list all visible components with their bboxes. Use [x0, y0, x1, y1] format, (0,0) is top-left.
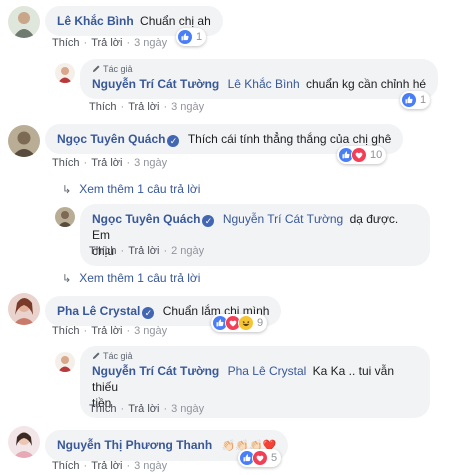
reaction-count: 5	[271, 452, 278, 464]
avatar[interactable]	[55, 63, 75, 83]
avatar[interactable]	[55, 207, 75, 227]
love-reaction-icon	[351, 147, 367, 163]
tagged-user[interactable]: Nguyễn Trí Cát Tường	[223, 212, 343, 226]
comment-time[interactable]: 2 ngày	[171, 245, 204, 257]
reactions-badge[interactable]: 5	[238, 449, 282, 467]
reply-link[interactable]: Trả lời	[91, 460, 122, 472]
comment-actions: Thích · Trả lời · 3 ngày	[52, 157, 168, 169]
reply-link[interactable]: Trả lời	[128, 245, 159, 257]
comment-author[interactable]: Ngọc Tuyên Quách	[57, 132, 165, 146]
reaction-count: 9	[257, 317, 264, 329]
verified-icon: ✓	[142, 307, 155, 319]
view-more-replies[interactable]: ↳ Xem thêm 1 câu trả lời	[62, 182, 200, 196]
comment-text: Thích cái tính thẳng thắng của chị ghê	[187, 132, 392, 146]
like-link[interactable]: Thích	[89, 101, 117, 113]
haha-reaction-icon	[238, 315, 254, 331]
verified-icon: ✓	[167, 135, 180, 147]
reply-link[interactable]: Trả lời	[91, 37, 122, 49]
comment-actions: Thích · Trả lời · 3 ngày	[89, 403, 205, 415]
like-link[interactable]: Thích	[89, 245, 117, 257]
avatar[interactable]	[8, 293, 40, 325]
reactions-badge[interactable]: 1	[176, 28, 207, 46]
like-link[interactable]: Thích	[52, 157, 80, 169]
pen-icon	[92, 64, 101, 73]
comment-actions: Thích · Trả lời · 2 ngày	[89, 245, 205, 257]
reaction-count: 1	[196, 31, 203, 43]
view-more-replies[interactable]: ↳ Xem thêm 1 câu trả lời	[62, 271, 200, 285]
love-reaction-icon	[252, 450, 268, 466]
like-link[interactable]: Thích	[89, 403, 117, 415]
comment-author[interactable]: Nguyễn Trí Cát Tường	[92, 364, 219, 378]
comment-author[interactable]: Nguyễn Trí Cát Tường	[92, 77, 219, 91]
like-link[interactable]: Thích	[52, 37, 80, 49]
reply-link[interactable]: Trả lời	[128, 403, 159, 415]
reaction-count: 1	[420, 94, 427, 106]
comment-author[interactable]: Ngọc Tuyên Quách	[92, 212, 200, 226]
tagged-user[interactable]: Lê Khắc Bình	[228, 77, 300, 91]
comment-bubble: Tác giả Nguyễn Trí Cát Tường Lê Khắc Bìn…	[80, 59, 439, 99]
comment-actions: Thích · Trả lời · 3 ngày	[52, 37, 168, 49]
comment-text: Chuẩn chị ah	[140, 14, 211, 28]
avatar[interactable]	[8, 6, 40, 38]
avatar[interactable]	[8, 125, 40, 157]
like-link[interactable]: Thích	[52, 325, 80, 337]
reply-link[interactable]: Trả lời	[128, 101, 159, 113]
comment-time[interactable]: 3 ngày	[134, 460, 167, 472]
reactions-badge[interactable]: 10	[337, 146, 387, 164]
pen-icon	[92, 351, 101, 360]
comment-time[interactable]: 3 ngày	[134, 37, 167, 49]
like-link[interactable]: Thích	[52, 460, 80, 472]
comment-actions: Thích · Trả lời · 3 ngày	[89, 101, 205, 113]
reactions-badge[interactable]: 9	[211, 314, 268, 332]
comment-time[interactable]: 3 ngày	[134, 157, 167, 169]
comment-time[interactable]: 3 ngày	[171, 101, 204, 113]
reaction-count: 10	[370, 149, 383, 161]
like-reaction-icon	[401, 92, 417, 108]
reply-arrow-icon: ↳	[62, 273, 72, 285]
author-badge: Tác giả	[92, 64, 426, 75]
tagged-user[interactable]: Pha Lê Crystal	[228, 364, 307, 378]
avatar[interactable]	[8, 426, 40, 458]
comment-author[interactable]: Nguyễn Thị Phương Thanh	[57, 438, 212, 452]
comment-time[interactable]: 3 ngày	[134, 325, 167, 337]
author-badge: Tác giả	[92, 351, 418, 362]
avatar[interactable]	[55, 352, 75, 372]
reactions-badge[interactable]: 1	[400, 91, 431, 109]
reply-arrow-icon: ↳	[62, 184, 72, 196]
reply-link[interactable]: Trả lời	[91, 157, 122, 169]
comment-actions: Thích · Trả lời · 3 ngày	[52, 460, 168, 472]
comment-text: chuẩn kg cần chỉnh hé	[305, 77, 427, 91]
like-reaction-icon	[177, 29, 193, 45]
comment-time[interactable]: 3 ngày	[171, 403, 204, 415]
reply-link[interactable]: Trả lời	[91, 325, 122, 337]
comment-author[interactable]: Lê Khắc Bình	[57, 14, 134, 28]
comment-actions: Thích · Trả lời · 3 ngày	[52, 325, 168, 337]
comment-author[interactable]: Pha Lê Crystal	[57, 304, 140, 318]
verified-icon: ✓	[202, 215, 215, 227]
